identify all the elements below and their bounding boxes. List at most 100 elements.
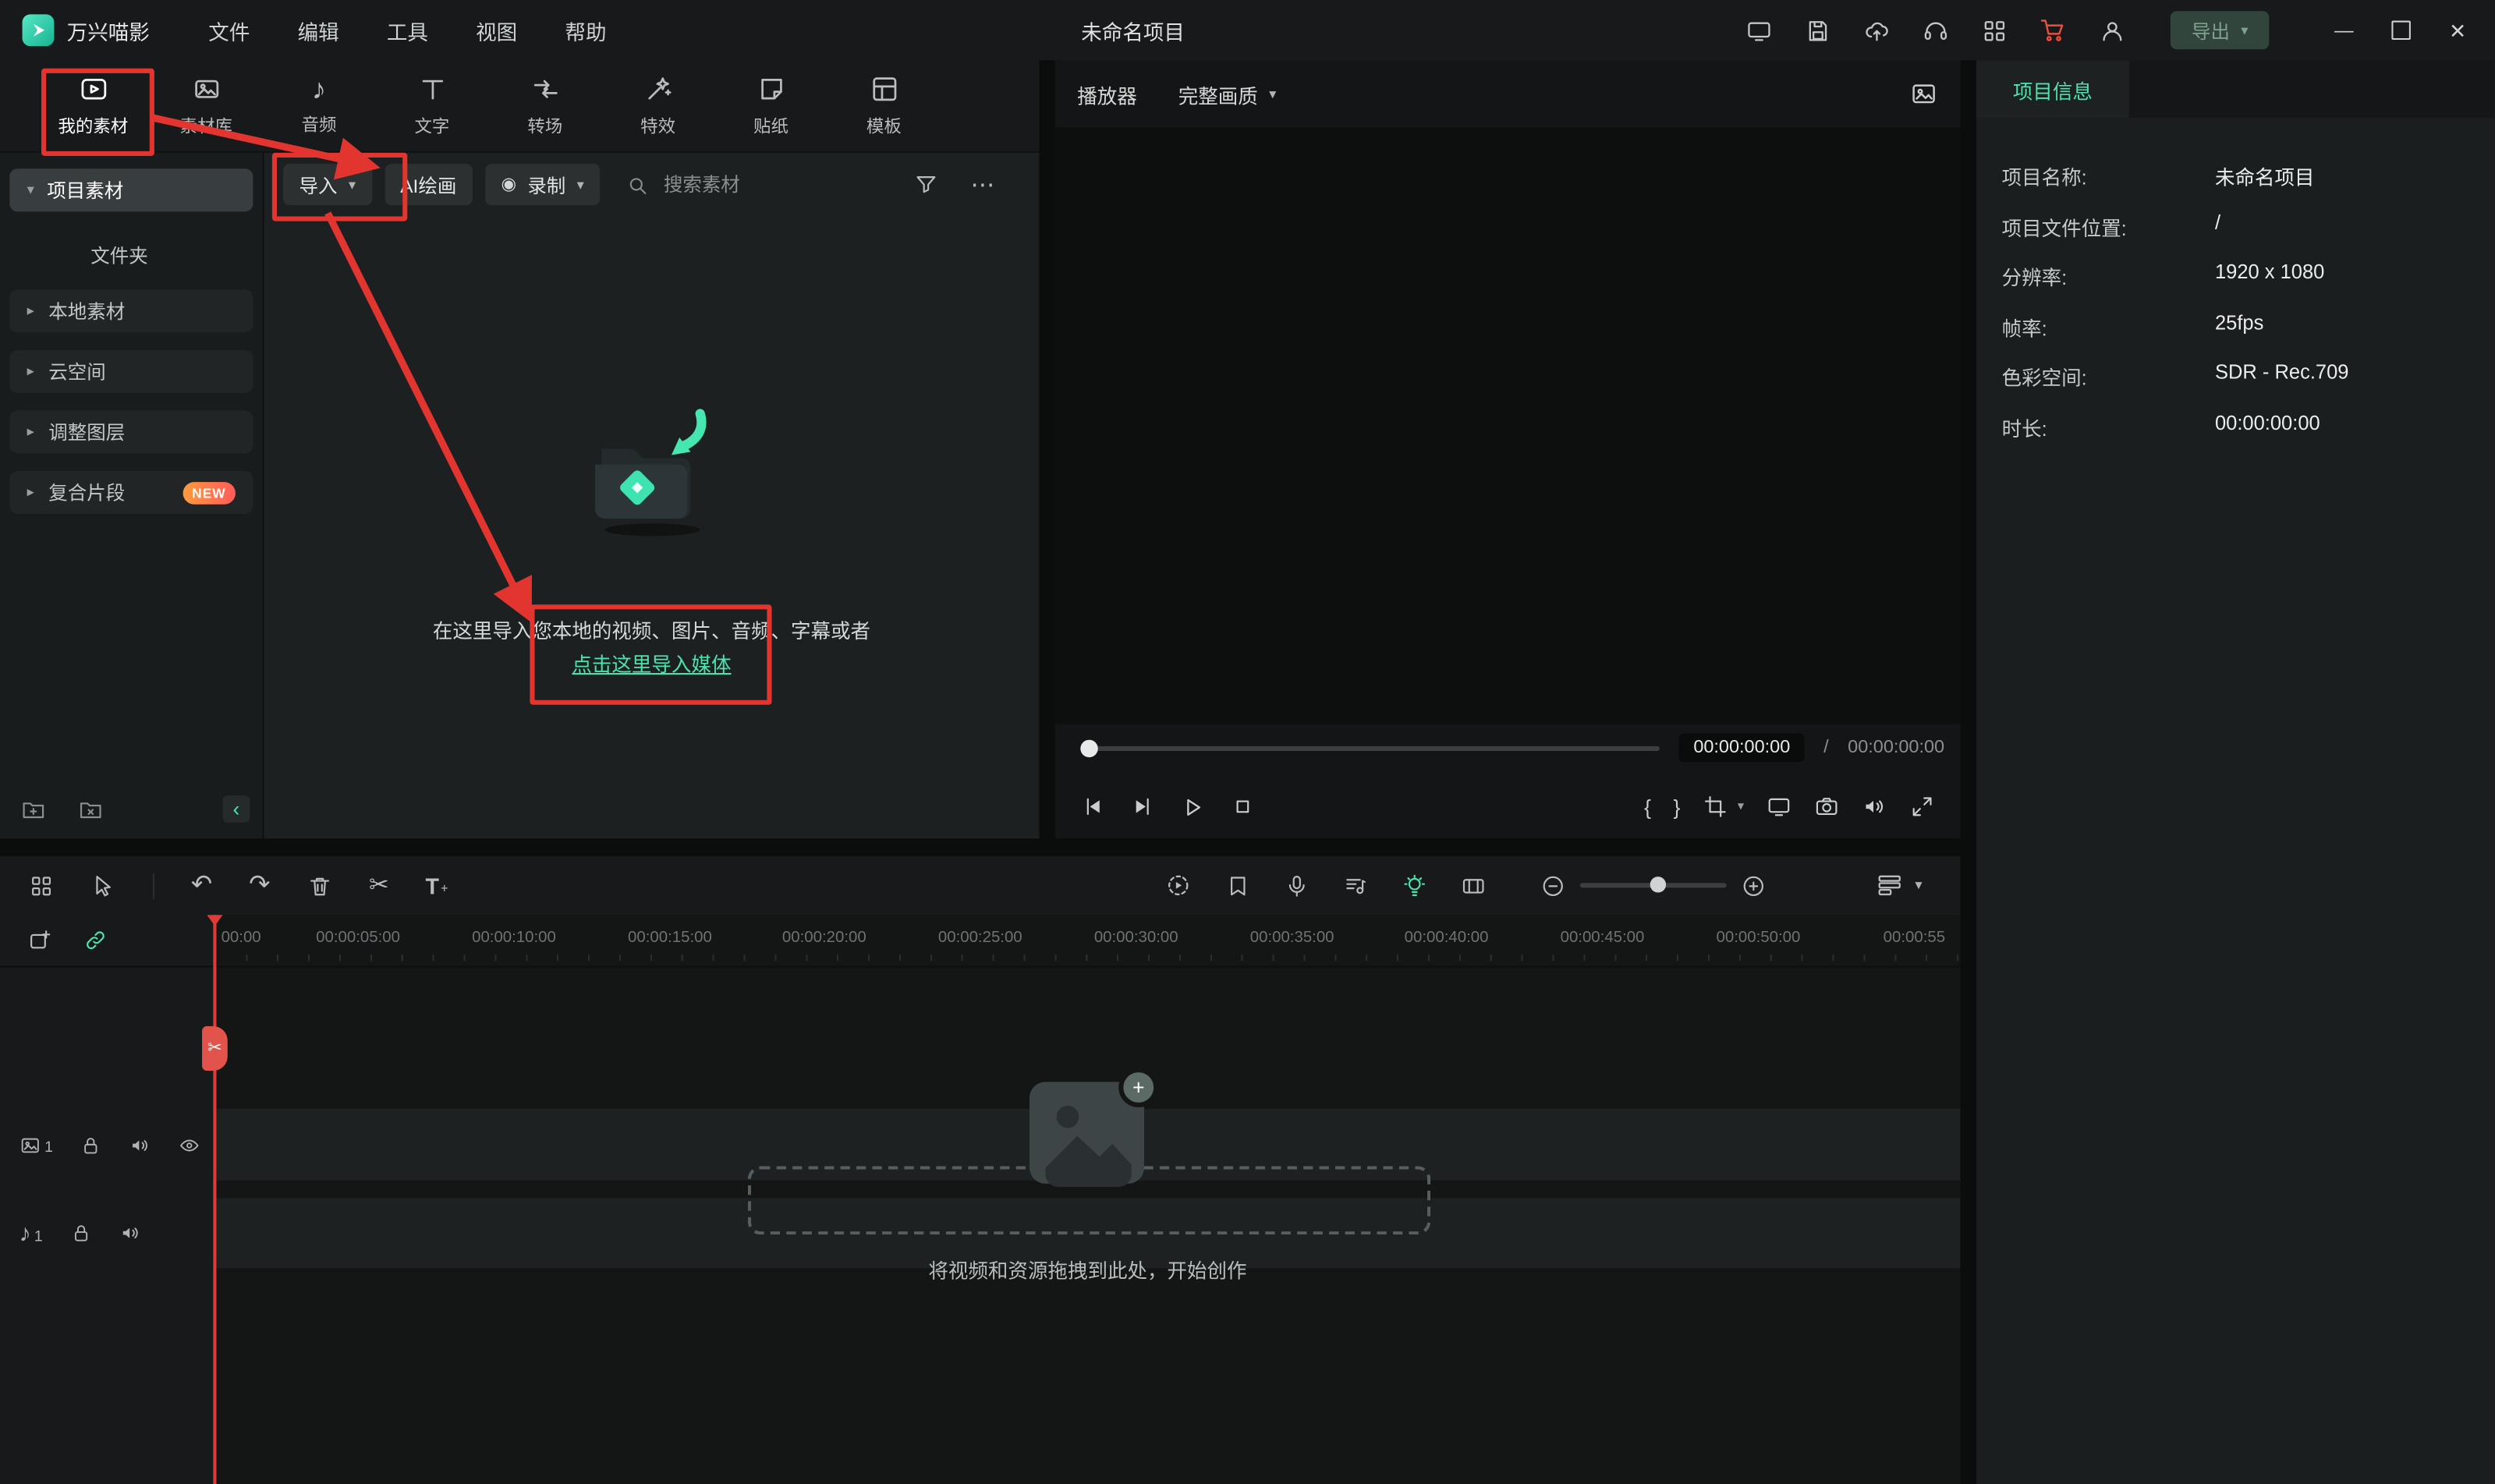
- maximize-button[interactable]: [2391, 20, 2412, 41]
- close-button[interactable]: ✕: [2449, 20, 2466, 41]
- previous-frame-button[interactable]: [1080, 794, 1106, 820]
- split-scissors-icon[interactable]: ✂: [369, 873, 389, 898]
- crop-icon[interactable]: [1703, 794, 1728, 820]
- media-content: 导入 ▾ AI绘画 ◉ 录制 ▾ 搜索素材 ⋯ 在这里导入您本地的视频、图片、音…: [264, 152, 1040, 839]
- add-text-icon[interactable]: T +: [426, 874, 448, 897]
- play-button[interactable]: [1179, 793, 1207, 820]
- mute-speaker-icon[interactable]: [129, 1134, 152, 1156]
- lock-icon[interactable]: [80, 1134, 103, 1156]
- new-folder-icon[interactable]: [21, 797, 47, 823]
- export-button[interactable]: 导出 ▾: [2171, 11, 2270, 50]
- delete-folder-icon[interactable]: [78, 797, 104, 823]
- panel-layout-icon[interactable]: [29, 873, 55, 898]
- total-time: 00:00:00:00: [1848, 738, 1945, 758]
- quality-value: 完整画质: [1178, 85, 1258, 108]
- quick-split-handle[interactable]: ✂: [202, 1025, 228, 1071]
- zoom-out-icon[interactable]: [1540, 873, 1566, 898]
- menu-file[interactable]: 文件: [185, 15, 274, 45]
- sidebar-item-cloud[interactable]: ▸ 云空间: [9, 349, 253, 393]
- filter-icon[interactable]: [913, 172, 939, 197]
- annotation-box-my-media: [41, 68, 154, 156]
- menu-help[interactable]: 帮助: [541, 15, 630, 45]
- ruler-label: 00:00:10:00: [472, 929, 556, 947]
- tab-project-info[interactable]: 项目信息: [1976, 60, 2129, 118]
- tab-effects[interactable]: 特效: [601, 61, 714, 151]
- seek-handle[interactable]: [1080, 738, 1098, 757]
- zoom-slider-handle[interactable]: [1650, 877, 1667, 894]
- record-button[interactable]: ◉ 录制 ▾: [485, 164, 601, 206]
- sidebar-item-compound-clip[interactable]: ▸ 复合片段 NEW: [9, 470, 253, 514]
- effects-icon: [642, 73, 674, 105]
- audio-track-badge: ♪ 1: [19, 1221, 42, 1245]
- fullscreen-icon[interactable]: [1909, 794, 1935, 820]
- film-frame-icon[interactable]: [1461, 873, 1487, 898]
- zoom-slider[interactable]: [1579, 877, 1727, 894]
- timeline-ruler[interactable]: 00:00 00:00:05:00 00:00:10:00 00:00:15:0…: [214, 915, 1961, 968]
- sidebar-item-adjustment-layer[interactable]: ▸ 调整图层: [9, 410, 253, 454]
- quality-selector[interactable]: 完整画质 ▾: [1178, 79, 1277, 109]
- account-icon[interactable]: [2096, 14, 2128, 46]
- chevron-down-icon[interactable]: ▾: [1738, 799, 1744, 813]
- add-media-plus-badge[interactable]: +: [1118, 1067, 1159, 1107]
- marker-flag-icon[interactable]: [1225, 873, 1251, 898]
- mute-speaker-icon[interactable]: [119, 1222, 142, 1245]
- stop-button[interactable]: [1230, 794, 1256, 820]
- tab-stickers[interactable]: 贴纸: [714, 61, 828, 151]
- menu-edit[interactable]: 编辑: [274, 15, 363, 45]
- ai-paint-label: AI绘画: [400, 174, 457, 197]
- chevron-down-icon: ▾: [576, 175, 584, 192]
- zoom-in-icon[interactable]: [1741, 873, 1767, 898]
- track-manager[interactable]: ▾: [1877, 856, 1923, 915]
- seek-bar[interactable]: [1080, 738, 1660, 757]
- snapshot-camera-icon[interactable]: [1814, 794, 1840, 820]
- enhance-light-icon[interactable]: [1402, 873, 1427, 898]
- sidebar-item-local-media[interactable]: ▸ 本地素材: [9, 289, 253, 333]
- collapse-sidebar-button[interactable]: ‹: [222, 795, 250, 823]
- hide-eye-icon[interactable]: [179, 1134, 201, 1156]
- search-box[interactable]: [626, 172, 842, 197]
- delete-icon[interactable]: [307, 873, 332, 898]
- render-preview-icon[interactable]: [1164, 872, 1192, 899]
- redo-icon[interactable]: ↷: [249, 872, 270, 898]
- volume-icon[interactable]: [1862, 794, 1887, 820]
- cloud-upload-icon[interactable]: [1860, 14, 1892, 46]
- tab-label: 特效: [640, 117, 676, 137]
- next-frame-button[interactable]: [1130, 794, 1156, 820]
- save-icon[interactable]: [1802, 14, 1834, 46]
- cart-icon[interactable]: [2037, 14, 2069, 46]
- minimize-button[interactable]: —: [2334, 21, 2353, 40]
- plugins-grid-icon[interactable]: [1978, 14, 2010, 46]
- menu-view[interactable]: 视图: [452, 15, 541, 45]
- voiceover-mic-icon[interactable]: [1284, 873, 1310, 898]
- preview-video-area[interactable]: [1054, 127, 1961, 724]
- undo-icon[interactable]: ↶: [191, 872, 212, 898]
- tab-stock-media[interactable]: 素材库: [150, 61, 263, 151]
- tab-templates[interactable]: 模板: [828, 61, 941, 151]
- media-tab-row: 我的素材 素材库 ♪ 音频 文字 转场 特效 贴纸 模板: [0, 60, 1040, 153]
- link-clips-icon[interactable]: [83, 927, 108, 953]
- music-note-icon: ♪: [19, 1219, 31, 1247]
- tab-audio[interactable]: ♪ 音频: [263, 61, 376, 151]
- video-track-badge: 1: [19, 1134, 53, 1156]
- add-media-to-timeline-icon[interactable]: [27, 927, 53, 953]
- more-options-icon[interactable]: ⋯: [971, 172, 995, 197]
- tab-transition[interactable]: 转场: [488, 61, 601, 151]
- search-input[interactable]: [660, 172, 842, 197]
- playhead[interactable]: [213, 915, 217, 1484]
- mirror-display-icon[interactable]: [1767, 794, 1792, 820]
- menu-tools[interactable]: 工具: [363, 15, 452, 45]
- player-panel: 播放器 完整画质 ▾ 00:00:00:00 / 00:00:00:00 {}…: [1054, 60, 1961, 839]
- audio-mixer-icon[interactable]: [1343, 873, 1369, 898]
- display-mode-icon[interactable]: [1742, 14, 1774, 46]
- preview-quality-icon[interactable]: [1909, 80, 1938, 108]
- mark-out-icon[interactable]: }: [1674, 796, 1681, 817]
- mark-in-icon[interactable]: {: [1644, 796, 1651, 817]
- sidebar-item-project-media[interactable]: ▾ 项目素材: [9, 168, 253, 212]
- sidebar-item-folder[interactable]: 文件夹: [0, 237, 263, 272]
- select-tool-icon[interactable]: [90, 873, 116, 898]
- support-headset-icon[interactable]: [1919, 14, 1951, 46]
- lock-icon[interactable]: [69, 1222, 92, 1245]
- ruler-label: 00:00:45:00: [1560, 929, 1645, 947]
- tab-text[interactable]: 文字: [375, 61, 488, 151]
- stock-media-icon: [190, 73, 222, 105]
